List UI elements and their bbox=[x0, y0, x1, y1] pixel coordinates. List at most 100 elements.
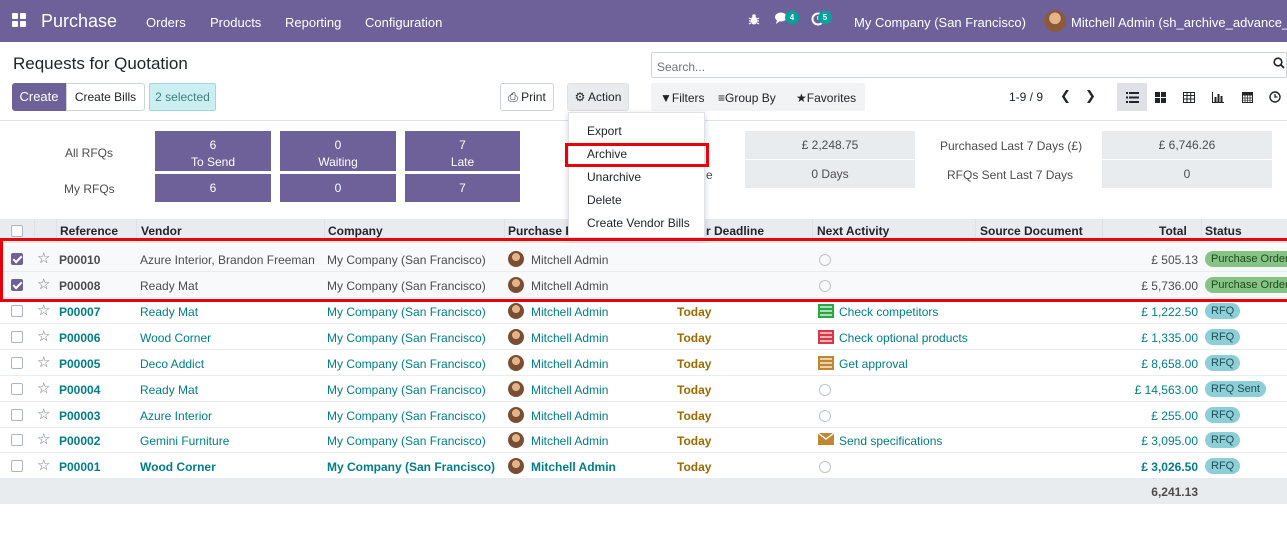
header-reference[interactable]: Reference bbox=[60, 224, 118, 238]
activity-clock-icon[interactable] bbox=[819, 384, 831, 396]
buyer-avatar bbox=[508, 381, 524, 397]
cell-next-activity[interactable]: Send specifications bbox=[839, 434, 942, 448]
debug-bug-icon[interactable] bbox=[748, 13, 760, 29]
search-icon[interactable] bbox=[1273, 57, 1285, 69]
table-row[interactable]: ☆ P00003 Azure Interior My Company (San Fra… bbox=[0, 402, 1287, 428]
action-button[interactable]: ⚙ Action bbox=[567, 83, 629, 111]
header-next-activity[interactable]: Next Activity bbox=[817, 224, 889, 238]
row-checkbox[interactable] bbox=[11, 357, 23, 369]
tile-my-to-send[interactable]: 6 bbox=[155, 174, 271, 202]
all-rfqs-label: All RFQs bbox=[65, 146, 113, 160]
list-view-icon[interactable] bbox=[1117, 83, 1147, 111]
activity-clock-icon[interactable] bbox=[819, 410, 831, 422]
search-input[interactable]: Search... bbox=[651, 52, 1287, 78]
kanban-view-icon[interactable] bbox=[1145, 83, 1175, 111]
cell-vendor: Wood Corner bbox=[140, 460, 216, 474]
priority-star-icon[interactable]: ☆ bbox=[37, 379, 50, 397]
pager-value[interactable]: 1-9 / 9 bbox=[1009, 90, 1043, 104]
priority-star-icon[interactable]: ☆ bbox=[37, 301, 50, 319]
graph-view-icon[interactable] bbox=[1203, 83, 1233, 111]
menu-products[interactable]: Products bbox=[210, 15, 261, 30]
header-status[interactable]: Status bbox=[1205, 224, 1242, 238]
cell-purchase-rep: Mitchell Admin bbox=[531, 460, 616, 474]
calendar-view-icon[interactable] bbox=[1232, 83, 1262, 111]
avg-order-value: £ 2,248.75 bbox=[745, 131, 915, 159]
header-order-deadline[interactable]: r Deadline bbox=[706, 224, 764, 238]
menu-reporting[interactable]: Reporting bbox=[285, 15, 341, 30]
menu-item-create-vendor-bills[interactable]: Create Vendor Bills bbox=[587, 216, 690, 230]
table-row[interactable]: ☆ P00005 Deco Addict My Company (San Franci… bbox=[0, 350, 1287, 376]
menu-configuration[interactable]: Configuration bbox=[365, 15, 442, 30]
activity-view-icon[interactable] bbox=[1260, 83, 1287, 111]
activity-envelope-icon[interactable] bbox=[817, 432, 835, 447]
buyer-avatar bbox=[508, 329, 524, 345]
cell-next-activity[interactable]: Check competitors bbox=[839, 305, 938, 319]
row-checkbox[interactable] bbox=[11, 305, 23, 317]
priority-star-icon[interactable]: ☆ bbox=[37, 405, 50, 423]
cell-next-activity[interactable]: Get approval bbox=[839, 357, 908, 371]
header-company[interactable]: Company bbox=[328, 224, 383, 238]
lead-time-label: e bbox=[706, 168, 713, 182]
priority-star-icon[interactable]: ☆ bbox=[37, 456, 50, 474]
priority-star-icon[interactable]: ☆ bbox=[37, 430, 50, 448]
company-switcher[interactable]: My Company (San Francisco) bbox=[854, 15, 1026, 30]
menu-item-unarchive[interactable]: Unarchive bbox=[587, 170, 641, 184]
table-row[interactable]: ☆ P00001 Wood Corner My Company (San Franci… bbox=[0, 453, 1287, 479]
tile-my-waiting[interactable]: 0 bbox=[280, 174, 396, 202]
row-checkbox[interactable] bbox=[11, 434, 23, 446]
cell-order-deadline: Today bbox=[677, 305, 712, 319]
menu-item-export[interactable]: Export bbox=[587, 124, 622, 138]
groupby-button[interactable]: ≡Group By bbox=[718, 91, 776, 105]
user-menu[interactable]: Mitchell Admin (sh_archive_advance_v15 bbox=[1071, 15, 1287, 30]
user-avatar[interactable] bbox=[1044, 10, 1066, 32]
cell-vendor: Ready Mat bbox=[140, 305, 199, 319]
app-name[interactable]: Purchase bbox=[41, 11, 117, 32]
tile-all-to-send[interactable]: 6 To Send bbox=[155, 131, 271, 171]
cell-vendor: Gemini Furniture bbox=[140, 434, 230, 448]
tile-all-waiting[interactable]: 0 Waiting bbox=[280, 131, 396, 171]
apps-menu-icon[interactable] bbox=[12, 13, 26, 27]
table-row[interactable]: ☆ P00004 Ready Mat My Company (San Francisc… bbox=[0, 376, 1287, 402]
header-purchase-rep[interactable]: Purchase R bbox=[508, 224, 574, 238]
cell-order-deadline: Today bbox=[677, 434, 712, 448]
buyer-avatar bbox=[508, 458, 524, 474]
row-checkbox[interactable] bbox=[11, 409, 23, 421]
table-row[interactable]: ☆ P00002 Gemini Furniture My Company (San F… bbox=[0, 427, 1287, 453]
selected-count-badge[interactable]: 2 selected bbox=[149, 83, 216, 111]
menu-item-delete[interactable]: Delete bbox=[587, 193, 622, 207]
priority-star-icon[interactable]: ☆ bbox=[37, 327, 50, 345]
priority-star-icon[interactable]: ☆ bbox=[37, 353, 50, 371]
header-vendor[interactable]: Vendor bbox=[141, 224, 182, 238]
pager-previous-icon[interactable]: ❮ bbox=[1060, 88, 1071, 104]
select-all-checkbox[interactable] bbox=[11, 225, 23, 237]
row-checkbox[interactable] bbox=[11, 331, 23, 343]
print-button[interactable]: ⎙ Print bbox=[500, 83, 554, 111]
lead-time-value: 0 Days bbox=[745, 160, 915, 188]
header-source-document[interactable]: Source Document bbox=[980, 224, 1083, 238]
cell-next-activity[interactable]: Check optional products bbox=[839, 331, 968, 345]
activity-todo-green-icon[interactable] bbox=[818, 304, 834, 318]
row-checkbox[interactable] bbox=[11, 383, 23, 395]
table-row[interactable]: ☆ P00006 Wood Corner My Company (San Franci… bbox=[0, 324, 1287, 350]
pivot-view-icon[interactable] bbox=[1174, 83, 1204, 111]
archive-highlight-box bbox=[565, 143, 709, 167]
status-badge: RFQ bbox=[1205, 329, 1241, 345]
create-bills-button[interactable]: Create Bills bbox=[66, 83, 145, 111]
header-total[interactable]: Total bbox=[1159, 224, 1187, 238]
cell-company: My Company (San Francisco) bbox=[327, 305, 486, 319]
create-button[interactable]: Create bbox=[12, 83, 66, 111]
activity-todo-red-icon[interactable] bbox=[818, 330, 834, 344]
tile-my-late[interactable]: 7 bbox=[405, 174, 520, 202]
row-checkbox[interactable] bbox=[11, 460, 23, 472]
activity-todo-orange-icon[interactable] bbox=[818, 356, 834, 370]
status-badge: RFQ bbox=[1205, 303, 1241, 319]
print-label: Print bbox=[521, 90, 546, 104]
cell-reference: P00006 bbox=[59, 331, 101, 345]
tile-all-late[interactable]: 7 Late bbox=[405, 131, 520, 171]
menu-orders[interactable]: Orders bbox=[146, 15, 186, 30]
pager-next-icon[interactable]: ❯ bbox=[1085, 88, 1096, 104]
activity-clock-icon[interactable] bbox=[819, 461, 831, 473]
action-dropdown-menu: Export Archive Unarchive Delete Create V… bbox=[568, 112, 705, 238]
favorites-button[interactable]: ★Favorites bbox=[796, 91, 856, 105]
filters-button[interactable]: ▼Filters bbox=[660, 91, 705, 105]
